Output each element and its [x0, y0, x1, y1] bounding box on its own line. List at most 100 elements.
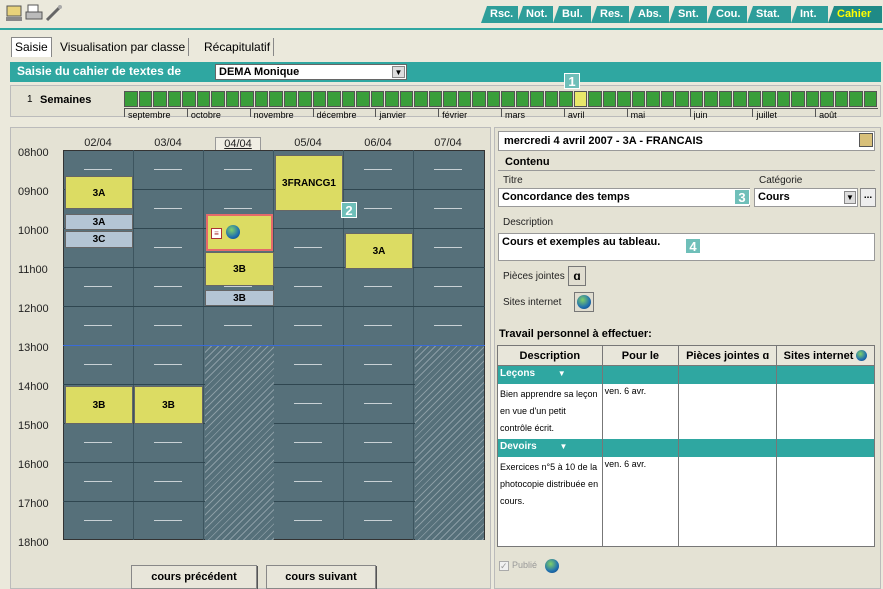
chevron-down-icon[interactable]: ▼ — [559, 442, 567, 451]
week-cell[interactable] — [312, 91, 326, 107]
task-description[interactable]: Bien apprendre sa leçon en vue d'un peti… — [497, 383, 603, 439]
task-attachments[interactable] — [678, 456, 778, 513]
more-button[interactable]: ... — [860, 188, 876, 207]
task-sites[interactable] — [776, 456, 875, 513]
week-cell[interactable] — [356, 91, 370, 107]
column-header[interactable]: Sites internet — [776, 345, 875, 366]
teacher-select[interactable]: DEMA Monique ▼ — [215, 64, 407, 80]
week-cell[interactable] — [631, 91, 645, 107]
course-block[interactable]: 3C — [65, 231, 133, 248]
week-cell[interactable] — [776, 91, 790, 107]
week-cell[interactable] — [646, 91, 660, 107]
course-block[interactable]: 3A — [65, 214, 133, 230]
week-cell[interactable] — [588, 91, 602, 107]
tab-rsc[interactable]: Rsc. — [481, 6, 518, 23]
globe-icon[interactable] — [574, 292, 594, 312]
section-header[interactable]: Devoirs ▼ — [497, 438, 603, 457]
week-cell[interactable] — [269, 91, 283, 107]
week-cell[interactable] — [704, 91, 718, 107]
week-cell[interactable] — [370, 91, 384, 107]
week-cell[interactable] — [805, 91, 819, 107]
week-cell[interactable] — [240, 91, 254, 107]
next-course-button[interactable]: cours suivant — [266, 565, 376, 589]
day-header[interactable]: 05/04 — [273, 137, 343, 149]
week-cell[interactable] — [283, 91, 297, 107]
day-header[interactable]: 06/04 — [343, 137, 413, 149]
column-header[interactable]: Pièces jointes ɑ — [678, 345, 778, 366]
week-cell[interactable] — [341, 91, 355, 107]
week-cell[interactable] — [559, 91, 573, 107]
week-cell[interactable] — [254, 91, 268, 107]
week-cell[interactable] — [602, 91, 616, 107]
week-cell[interactable] — [834, 91, 848, 107]
categorie-select[interactable]: Cours ▼ — [754, 188, 858, 207]
week-cell[interactable] — [501, 91, 515, 107]
week-cell[interactable] — [385, 91, 399, 107]
tab-snt[interactable]: Snt. — [669, 6, 707, 23]
week-cell[interactable] — [138, 91, 152, 107]
print-icon[interactable] — [25, 4, 43, 22]
week-cell[interactable] — [327, 91, 341, 107]
week-cell[interactable] — [515, 91, 529, 107]
day-header[interactable]: 07/04 — [413, 137, 483, 149]
day-header-selected[interactable]: 04/04 — [215, 137, 261, 151]
task-due-date[interactable]: ven. 6 avr. — [601, 383, 680, 439]
titre-input[interactable]: Concordance des temps — [498, 188, 750, 207]
column-header[interactable]: Description — [497, 345, 603, 366]
calendar-icon[interactable] — [859, 133, 873, 147]
chevron-down-icon[interactable]: ▼ — [558, 369, 566, 378]
day-header[interactable]: 02/04 — [63, 137, 133, 149]
week-cell[interactable] — [167, 91, 181, 107]
publie-checkbox[interactable]: ✓ — [499, 561, 509, 571]
computer-icon[interactable] — [5, 4, 23, 22]
tab-abs[interactable]: Abs. — [629, 6, 669, 23]
week-cell[interactable] — [747, 91, 761, 107]
week-cell[interactable] — [211, 91, 225, 107]
tab-res[interactable]: Res. — [591, 6, 629, 23]
paperclip-icon[interactable]: ɑ — [568, 266, 586, 286]
week-cell[interactable] — [428, 91, 442, 107]
week-cell[interactable] — [689, 91, 703, 107]
course-block[interactable]: 3B — [134, 386, 203, 424]
globe-icon[interactable] — [226, 225, 240, 239]
week-cell[interactable] — [182, 91, 196, 107]
tab-visualisation[interactable]: Visualisation par classe — [57, 38, 190, 56]
week-cell[interactable] — [762, 91, 776, 107]
task-due-date[interactable]: ven. 6 avr. — [601, 456, 680, 513]
course-block[interactable]: 3B — [205, 252, 274, 286]
week-cell[interactable] — [124, 91, 138, 107]
week-cell[interactable] — [530, 91, 544, 107]
week-cell[interactable] — [414, 91, 428, 107]
tab-stat[interactable]: Stat. — [747, 6, 791, 23]
previous-course-button[interactable]: cours précédent — [131, 565, 257, 589]
week-cell[interactable] — [486, 91, 500, 107]
task-description[interactable]: Exercices n°5 à 10 de la photocopie dist… — [497, 456, 603, 513]
task-attachments[interactable] — [678, 383, 778, 439]
week-cell[interactable] — [225, 91, 239, 107]
week-cell[interactable] — [820, 91, 834, 107]
course-block[interactable]: 3A — [65, 176, 133, 209]
tools-icon[interactable] — [45, 4, 63, 22]
week-cell[interactable] — [718, 91, 732, 107]
week-cell[interactable] — [863, 91, 877, 107]
course-block[interactable]: 3FRANCG1 — [275, 155, 343, 211]
course-block[interactable]: 3B — [65, 386, 133, 424]
chevron-down-icon[interactable]: ▼ — [844, 191, 856, 204]
week-cell[interactable] — [443, 91, 457, 107]
week-cell[interactable] — [849, 91, 863, 107]
course-block[interactable]: 3A — [345, 233, 413, 269]
week-cell[interactable] — [153, 91, 167, 107]
tab-int[interactable]: Int. — [791, 6, 828, 23]
week-cell[interactable] — [791, 91, 805, 107]
tab-recapitulatif[interactable]: Récapitulatif — [201, 38, 275, 56]
day-header[interactable]: 03/04 — [133, 137, 203, 149]
section-header[interactable]: Leçons ▼ — [497, 365, 603, 384]
tab-not[interactable]: Not. — [517, 6, 553, 23]
course-block[interactable]: 3B — [205, 290, 274, 306]
tab-cahier[interactable]: Cahier — [828, 6, 882, 23]
week-cell[interactable] — [196, 91, 210, 107]
week-cell[interactable] — [675, 91, 689, 107]
tab-cou[interactable]: Cou. — [707, 6, 747, 23]
week-cell[interactable] — [660, 91, 674, 107]
week-cell-current[interactable] — [573, 91, 587, 107]
